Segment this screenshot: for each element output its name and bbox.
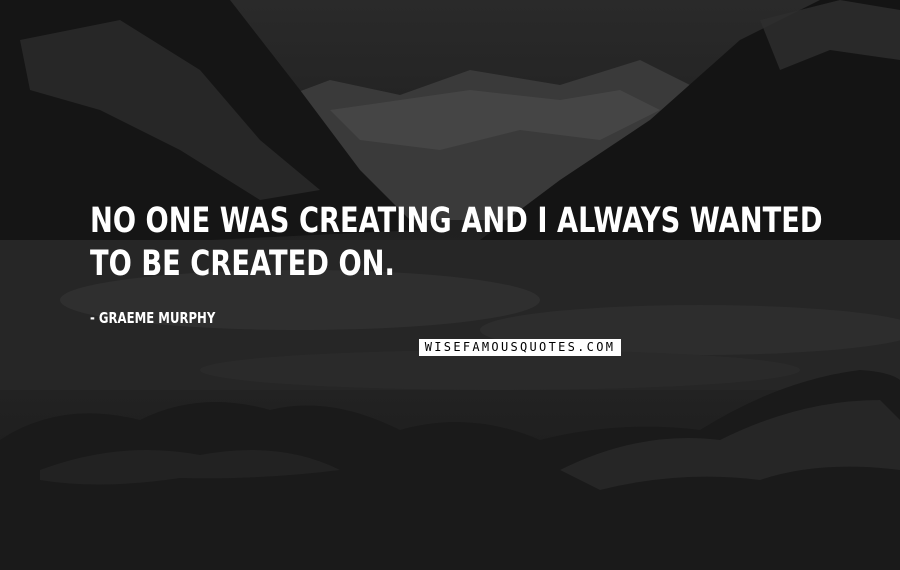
quote-text: NO ONE WAS CREATING AND I ALWAYS WANTED … (90, 201, 823, 284)
ice-patch (200, 350, 800, 390)
site-watermark: WISEFAMOUSQUOTES.COM (419, 339, 621, 356)
quote-author: - GRAEME MURPHY (90, 309, 216, 327)
quote-card: NO ONE WAS CREATING AND I ALWAYS WANTED … (0, 0, 900, 570)
